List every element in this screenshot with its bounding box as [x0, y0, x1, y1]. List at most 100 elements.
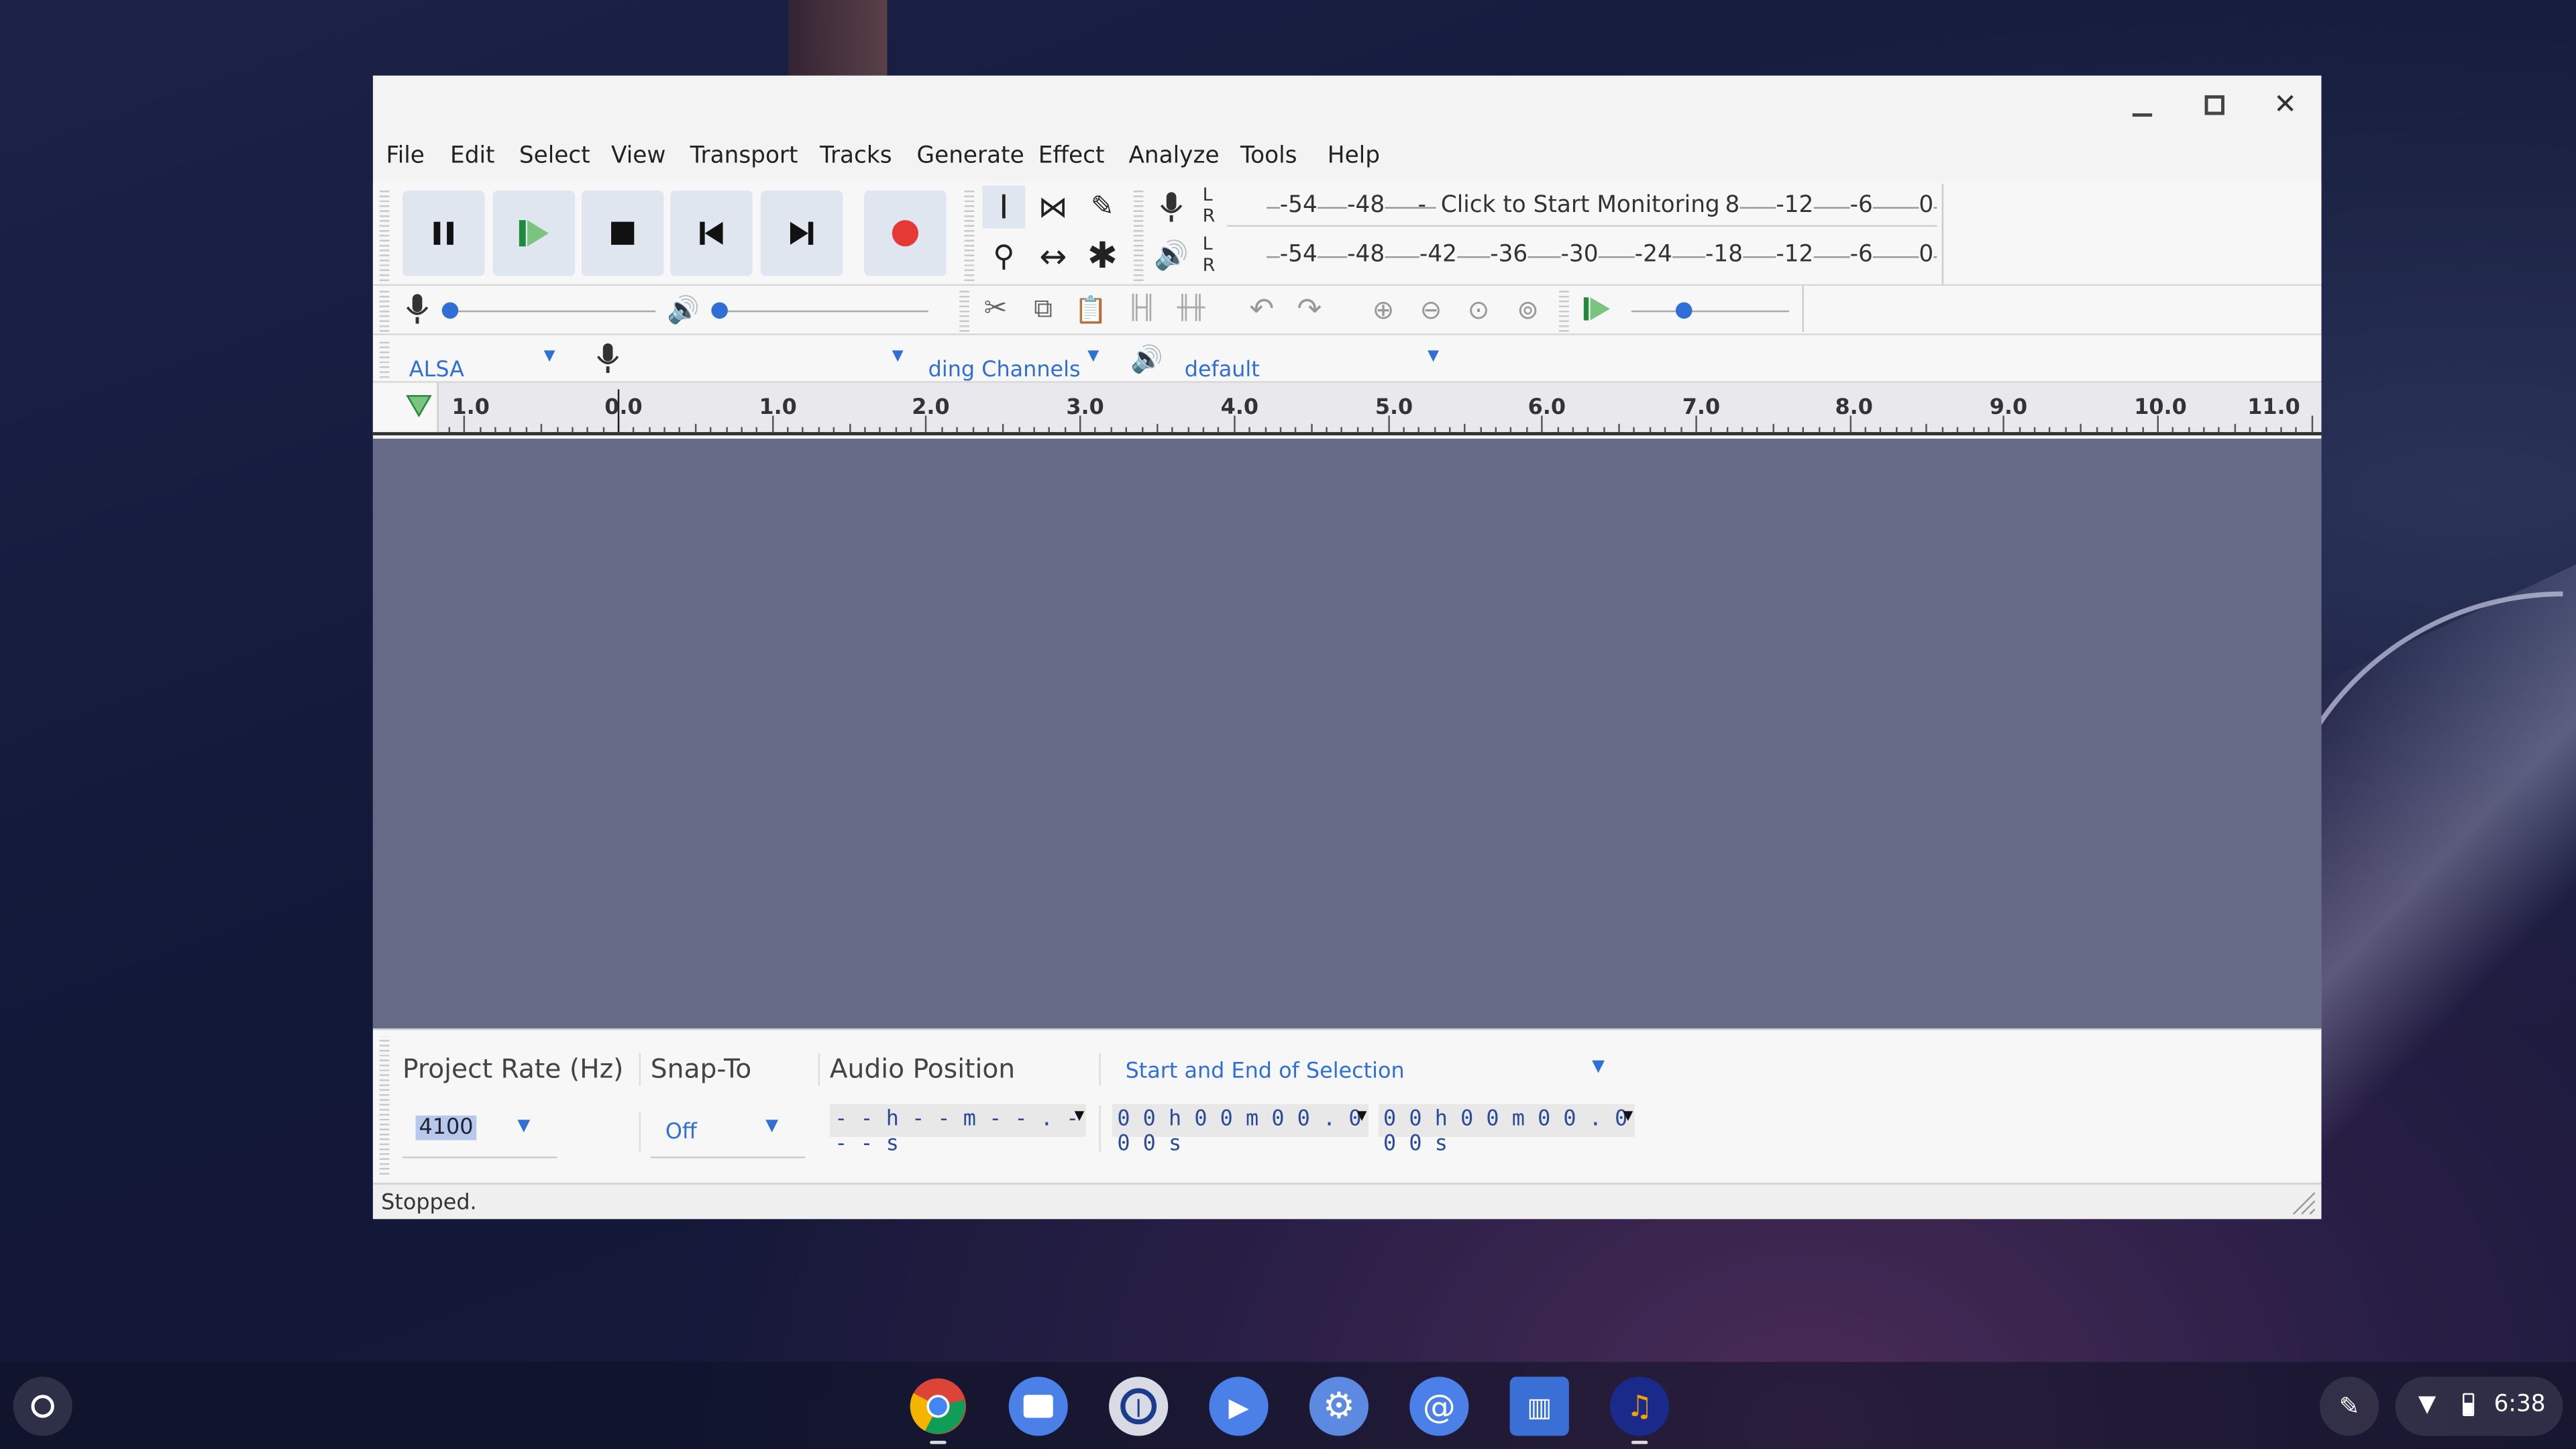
copy-button[interactable]: ⧉	[1022, 288, 1065, 331]
pinned-play-head-icon[interactable]	[406, 394, 432, 418]
menu-bar: File Edit Select View Transport Tracks G…	[373, 138, 2322, 178]
redo-button[interactable]: ↷	[1288, 288, 1331, 331]
selection-start-time[interactable]: 0 0 h 0 0 m 0 0 . 0 0 0 s ▼	[1112, 1104, 1369, 1157]
menu-select[interactable]: Select	[519, 143, 590, 169]
slider-thumb[interactable]	[711, 302, 728, 319]
multi-tool[interactable]: ✱	[1081, 235, 1124, 278]
ruler-tick	[2249, 427, 2251, 433]
undo-button[interactable]: ↶	[1240, 288, 1283, 331]
time-shift-tool[interactable]: ↔	[1032, 235, 1075, 278]
stop-button[interactable]	[581, 191, 664, 276]
snap-to-select[interactable]: Off ▼	[650, 1106, 806, 1159]
menu-generate[interactable]: Generate	[917, 143, 1024, 169]
ruler-tick	[2310, 415, 2313, 433]
chrome-app[interactable]	[908, 1377, 967, 1436]
ruler-tick	[2188, 427, 2190, 433]
ruler-tick	[1326, 427, 1328, 433]
selection-tool[interactable]: Ⅰ	[982, 185, 1026, 229]
menu-file[interactable]: File	[386, 143, 425, 169]
recording-channels-select[interactable]: ding Channels ▼	[928, 335, 1109, 381]
close-icon: ✕	[2273, 89, 2298, 122]
record-volume-slider[interactable]	[441, 296, 656, 322]
selection-grip[interactable]	[379, 1036, 390, 1175]
ruler-tick	[494, 427, 496, 433]
record-meter[interactable]: -54 -48 - Click to Start Monitoring 8 -1…	[1227, 187, 1937, 227]
device-grip[interactable]	[379, 338, 390, 378]
menu-view[interactable]: View	[611, 143, 665, 169]
resize-grip-icon[interactable]	[2290, 1189, 2316, 1216]
envelope-tool[interactable]: ⋈	[1032, 186, 1075, 229]
play-button[interactable]	[492, 191, 576, 276]
slider-thumb[interactable]	[441, 302, 459, 319]
play-scale-label: -54	[1279, 241, 1318, 268]
zoom-tool[interactable]: ⚲	[983, 235, 1026, 278]
tools-grip[interactable]	[964, 187, 975, 286]
play-at-speed-button[interactable]	[1576, 288, 1619, 331]
launcher-button[interactable]	[13, 1377, 72, 1436]
settings-app[interactable]: ⚙	[1309, 1377, 1369, 1436]
menu-tracks[interactable]: Tracks	[820, 143, 892, 169]
audio-position-digits: - - h - - m - - . - - - s	[835, 1107, 1079, 1157]
trim-audio-icon: ╟╢	[1128, 295, 1156, 323]
status-tray[interactable]: ▼ 6:38	[2395, 1377, 2563, 1436]
menu-tools[interactable]: Tools	[1240, 143, 1297, 169]
stylus-tools-button[interactable]: ✎	[2319, 1377, 2379, 1436]
recording-device-select[interactable]: ▼	[636, 335, 912, 382]
cut-button[interactable]: ✂	[974, 288, 1017, 331]
audacity-app[interactable]: ♫	[1610, 1377, 1670, 1436]
meter-grip[interactable]	[1133, 187, 1144, 286]
rec-scale-label: 8	[1725, 192, 1740, 219]
ruler-tick	[1680, 427, 1682, 433]
slider-thumb[interactable]	[1675, 302, 1693, 319]
audio-host-select[interactable]: ALSA ▼	[406, 335, 564, 381]
zoom-in-button[interactable]: ⊕	[1362, 288, 1405, 331]
trim-button[interactable]: ╟╢	[1120, 288, 1163, 331]
minimize-button[interactable]	[2118, 92, 2167, 125]
timeline-ruler[interactable]: 1.0 0.0 1.0 2.0 3.0 4.0 5.0 6.0 7.0 8.0 …	[372, 382, 2322, 435]
playback-meter[interactable]: -54 -48 -42 -36 -30 -24 -18 -12 -6 0	[1227, 237, 1937, 276]
chevron-down-icon: ▼	[1592, 1058, 1605, 1077]
draw-tool[interactable]: ✎	[1081, 186, 1124, 229]
ruler-tick	[818, 427, 820, 433]
skip-to-end-button[interactable]	[760, 191, 843, 276]
edit-grip[interactable]	[959, 289, 969, 332]
playback-device-select[interactable]: default ▼	[1181, 335, 1451, 381]
click-to-start-monitoring[interactable]: Click to Start Monitoring	[1436, 192, 1725, 219]
selection-end-digits: 0 0 h 0 0 m 0 0 . 0 0 0 s	[1383, 1107, 1628, 1157]
files-app[interactable]	[1008, 1377, 1068, 1436]
fit-selection-button[interactable]: ⊙	[1457, 288, 1500, 331]
ruler-tick	[1479, 427, 1482, 433]
play-at-speed-grip[interactable]	[1559, 289, 1569, 332]
selection-mode-select[interactable]: Start and End of Selection ▼	[1112, 1053, 1615, 1096]
project-rate-combo[interactable]: 4100 ▼	[402, 1106, 557, 1159]
track-panel[interactable]	[372, 438, 2322, 1029]
maximize-button[interactable]	[2190, 89, 2239, 121]
ruler-tick	[833, 427, 835, 433]
zoom-app[interactable]: ▶	[1209, 1377, 1269, 1436]
fit-selection-icon: ⊙	[1467, 293, 1490, 325]
zoom-out-button[interactable]: ⊖	[1409, 288, 1452, 331]
playback-speed-slider[interactable]	[1631, 296, 1789, 322]
menu-help[interactable]: Help	[1328, 143, 1380, 169]
audio-position-time[interactable]: - - h - - m - - . - - - s ▼	[829, 1104, 1086, 1157]
mixer-grip[interactable]	[379, 289, 390, 332]
skip-to-start-button[interactable]	[670, 191, 753, 276]
silence-button[interactable]: ╫╫	[1170, 288, 1213, 331]
close-button[interactable]: ✕	[2261, 89, 2310, 121]
playback-volume-slider[interactable]	[711, 296, 928, 322]
fit-project-button[interactable]: ⊚	[1507, 288, 1550, 331]
password-manager-app[interactable]: |	[1109, 1377, 1169, 1436]
pause-button[interactable]	[402, 191, 485, 276]
project-rate-input[interactable]: 4100	[415, 1115, 477, 1140]
play-scale-label: -42	[1419, 241, 1457, 268]
menu-effect[interactable]: Effect	[1038, 143, 1105, 169]
record-button[interactable]	[864, 191, 947, 276]
trello-app[interactable]: ▥	[1509, 1377, 1569, 1436]
menu-transport[interactable]: Transport	[690, 143, 798, 169]
spiral-app[interactable]: @	[1409, 1377, 1469, 1436]
selection-end-time[interactable]: 0 0 h 0 0 m 0 0 . 0 0 0 s ▼	[1378, 1104, 1635, 1157]
toolbar-grip[interactable]	[379, 187, 390, 286]
menu-analyze[interactable]: Analyze	[1128, 143, 1219, 169]
menu-edit[interactable]: Edit	[450, 143, 494, 169]
paste-button[interactable]: 📋	[1069, 288, 1112, 331]
